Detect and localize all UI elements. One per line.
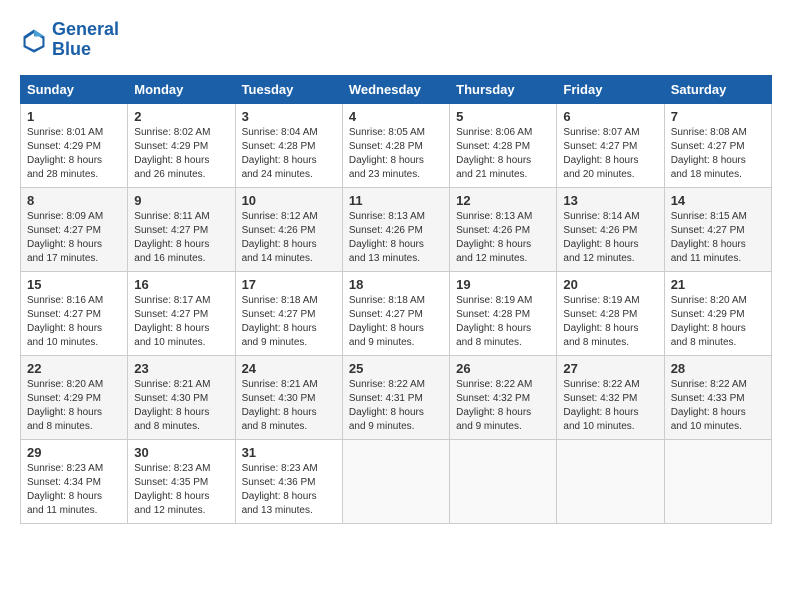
calendar-row: 1Sunrise: 8:01 AM Sunset: 4:29 PM Daylig… [21, 103, 772, 187]
table-row: 28Sunrise: 8:22 AM Sunset: 4:33 PM Dayli… [664, 355, 771, 439]
logo-text: General Blue [52, 20, 119, 60]
logo-icon [20, 26, 48, 54]
calendar-row: 8Sunrise: 8:09 AM Sunset: 4:27 PM Daylig… [21, 187, 772, 271]
table-row: 13Sunrise: 8:14 AM Sunset: 4:26 PM Dayli… [557, 187, 664, 271]
calendar-row: 22Sunrise: 8:20 AM Sunset: 4:29 PM Dayli… [21, 355, 772, 439]
col-monday: Monday [128, 75, 235, 103]
table-row: 21Sunrise: 8:20 AM Sunset: 4:29 PM Dayli… [664, 271, 771, 355]
table-row: 18Sunrise: 8:18 AM Sunset: 4:27 PM Dayli… [342, 271, 449, 355]
empty-cell [557, 439, 664, 523]
table-row: 26Sunrise: 8:22 AM Sunset: 4:32 PM Dayli… [450, 355, 557, 439]
empty-cell [450, 439, 557, 523]
empty-cell [664, 439, 771, 523]
col-tuesday: Tuesday [235, 75, 342, 103]
table-row: 2Sunrise: 8:02 AM Sunset: 4:29 PM Daylig… [128, 103, 235, 187]
table-row: 22Sunrise: 8:20 AM Sunset: 4:29 PM Dayli… [21, 355, 128, 439]
table-row: 16Sunrise: 8:17 AM Sunset: 4:27 PM Dayli… [128, 271, 235, 355]
col-thursday: Thursday [450, 75, 557, 103]
table-row: 19Sunrise: 8:19 AM Sunset: 4:28 PM Dayli… [450, 271, 557, 355]
table-row: 1Sunrise: 8:01 AM Sunset: 4:29 PM Daylig… [21, 103, 128, 187]
table-row: 27Sunrise: 8:22 AM Sunset: 4:32 PM Dayli… [557, 355, 664, 439]
table-row: 6Sunrise: 8:07 AM Sunset: 4:27 PM Daylig… [557, 103, 664, 187]
col-saturday: Saturday [664, 75, 771, 103]
logo: General Blue [20, 20, 119, 60]
table-row: 5Sunrise: 8:06 AM Sunset: 4:28 PM Daylig… [450, 103, 557, 187]
empty-cell [342, 439, 449, 523]
table-row: 29Sunrise: 8:23 AM Sunset: 4:34 PM Dayli… [21, 439, 128, 523]
table-row: 4Sunrise: 8:05 AM Sunset: 4:28 PM Daylig… [342, 103, 449, 187]
table-row: 24Sunrise: 8:21 AM Sunset: 4:30 PM Dayli… [235, 355, 342, 439]
table-row: 7Sunrise: 8:08 AM Sunset: 4:27 PM Daylig… [664, 103, 771, 187]
table-row: 12Sunrise: 8:13 AM Sunset: 4:26 PM Dayli… [450, 187, 557, 271]
table-row: 30Sunrise: 8:23 AM Sunset: 4:35 PM Dayli… [128, 439, 235, 523]
col-wednesday: Wednesday [342, 75, 449, 103]
table-row: 20Sunrise: 8:19 AM Sunset: 4:28 PM Dayli… [557, 271, 664, 355]
col-friday: Friday [557, 75, 664, 103]
table-row: 8Sunrise: 8:09 AM Sunset: 4:27 PM Daylig… [21, 187, 128, 271]
calendar-table: Sunday Monday Tuesday Wednesday Thursday… [20, 75, 772, 524]
calendar-row: 29Sunrise: 8:23 AM Sunset: 4:34 PM Dayli… [21, 439, 772, 523]
table-row: 25Sunrise: 8:22 AM Sunset: 4:31 PM Dayli… [342, 355, 449, 439]
table-row: 9Sunrise: 8:11 AM Sunset: 4:27 PM Daylig… [128, 187, 235, 271]
header-row: Sunday Monday Tuesday Wednesday Thursday… [21, 75, 772, 103]
page-header: General Blue [20, 20, 772, 60]
table-row: 3Sunrise: 8:04 AM Sunset: 4:28 PM Daylig… [235, 103, 342, 187]
table-row: 17Sunrise: 8:18 AM Sunset: 4:27 PM Dayli… [235, 271, 342, 355]
table-row: 11Sunrise: 8:13 AM Sunset: 4:26 PM Dayli… [342, 187, 449, 271]
table-row: 31Sunrise: 8:23 AM Sunset: 4:36 PM Dayli… [235, 439, 342, 523]
table-row: 10Sunrise: 8:12 AM Sunset: 4:26 PM Dayli… [235, 187, 342, 271]
table-row: 14Sunrise: 8:15 AM Sunset: 4:27 PM Dayli… [664, 187, 771, 271]
calendar-row: 15Sunrise: 8:16 AM Sunset: 4:27 PM Dayli… [21, 271, 772, 355]
table-row: 15Sunrise: 8:16 AM Sunset: 4:27 PM Dayli… [21, 271, 128, 355]
table-row: 23Sunrise: 8:21 AM Sunset: 4:30 PM Dayli… [128, 355, 235, 439]
col-sunday: Sunday [21, 75, 128, 103]
